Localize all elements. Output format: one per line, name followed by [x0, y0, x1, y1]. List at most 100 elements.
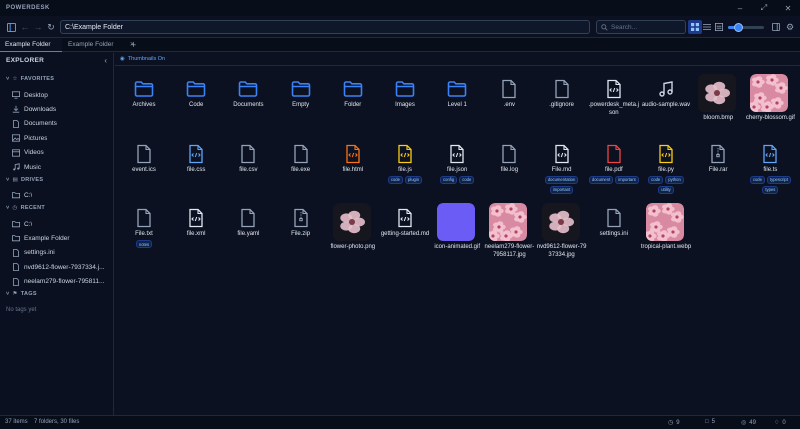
sidebar-item-favorite-0[interactable]: Desktop: [12, 91, 110, 99]
thumbnails-toggle[interactable]: ◉ Thumbnails On: [120, 56, 165, 62]
file-item[interactable]: .gitignore: [536, 77, 588, 137]
close-icon[interactable]: ✕: [776, 0, 800, 16]
tags-section-header[interactable]: ˅ ⚑ TAGS: [6, 291, 37, 297]
zoom-slider[interactable]: [728, 23, 764, 32]
file-item[interactable]: .powerdesk_meta.json: [588, 77, 640, 137]
file-item[interactable]: audio-sample.wav: [640, 77, 692, 137]
file-item[interactable]: cherry-blossom.gif: [744, 74, 796, 137]
file-icon: [602, 206, 626, 230]
file-item[interactable]: file.log: [483, 142, 535, 202]
file-item[interactable]: Empty: [275, 77, 327, 137]
file-item[interactable]: File.zip: [275, 206, 327, 266]
file-item[interactable]: bloom.bmp: [692, 74, 744, 137]
sidebar-item-recent-4[interactable]: neelam279-flower-795811...: [12, 277, 110, 286]
file-item[interactable]: file.csv: [222, 142, 274, 202]
file-item[interactable]: Level 1: [431, 77, 483, 137]
file-item[interactable]: file.yaml: [222, 206, 274, 266]
file-name: file.py: [658, 166, 674, 173]
file-item[interactable]: Archives: [118, 77, 170, 137]
sidebar-item-favorite-5[interactable]: Music: [12, 163, 110, 171]
details-view-icon[interactable]: [712, 20, 726, 34]
tag-badge[interactable]: python: [665, 175, 684, 184]
file-item[interactable]: file.pdf document important: [588, 142, 640, 202]
file-item[interactable]: flower-photo.png: [327, 203, 379, 266]
file-item[interactable]: settings.ini: [588, 206, 640, 266]
tag-badge[interactable]: code: [648, 175, 664, 184]
search-input[interactable]: Search...: [596, 20, 686, 34]
back-icon[interactable]: ←: [18, 20, 32, 34]
file-tags: code plugin: [379, 175, 431, 184]
tag-badge[interactable]: documentation: [544, 175, 579, 184]
sidebar-item-favorite-3[interactable]: Pictures: [12, 134, 110, 142]
tag-badge[interactable]: plugin: [404, 175, 423, 184]
tag-badge[interactable]: notes: [135, 240, 153, 248]
file-name: file.log: [500, 166, 519, 173]
file-item[interactable]: Documents: [222, 77, 274, 137]
file-item[interactable]: file.ts code typescript types: [744, 142, 796, 202]
file-item[interactable]: File.txt notes: [118, 206, 170, 266]
sidebar-item-favorite-1[interactable]: Downloads: [12, 105, 110, 113]
sidebar-item-recent-0[interactable]: C:\: [12, 220, 110, 228]
file-item[interactable]: file.json config code: [431, 142, 483, 202]
tag-badge[interactable]: config: [440, 175, 458, 184]
music-file-icon: [654, 77, 678, 101]
file-item[interactable]: tropical-plant.webp: [640, 203, 692, 266]
file-item[interactable]: Images: [379, 77, 431, 137]
tag-badge[interactable]: important: [615, 175, 639, 184]
image-thumbnail: [750, 74, 789, 112]
file-item[interactable]: file.css: [170, 142, 222, 202]
drives-section-header[interactable]: ˅ ▤ DRIVES: [6, 177, 43, 183]
maximize-icon[interactable]: ⤢: [752, 0, 776, 16]
sidebar-toggle-icon[interactable]: [4, 20, 18, 34]
file-item[interactable]: Code: [170, 77, 222, 137]
file-item[interactable]: nvd9612-flower-7937334.jpg: [536, 203, 588, 266]
file-item[interactable]: file.py code python utility: [640, 142, 692, 202]
recent-section-header[interactable]: ˅ ◷ RECENT: [6, 205, 45, 211]
forward-icon[interactable]: →: [31, 20, 45, 34]
tag-badge[interactable]: code: [387, 175, 403, 184]
refresh-icon[interactable]: ↻: [44, 20, 58, 34]
file-item[interactable]: file.exe: [275, 142, 327, 202]
minimize-icon[interactable]: –: [728, 0, 752, 16]
file-item[interactable]: File.md documentation important: [536, 142, 588, 202]
sidebar-item-recent-3[interactable]: nvd9612-flower-7937334.j...: [12, 263, 110, 272]
tab-example-folder-1[interactable]: Example Folder: [0, 38, 62, 52]
sidebar-item-favorite-2[interactable]: Documents: [12, 119, 110, 128]
file-name: file.css: [187, 166, 206, 173]
settings-gear-icon[interactable]: ⚙: [783, 20, 797, 34]
sidebar-item-drive-0[interactable]: C:\: [12, 191, 110, 199]
file-item[interactable]: event.ics: [118, 142, 170, 202]
file-item[interactable]: getting-started.md: [379, 206, 431, 266]
zoom-slider-thumb[interactable]: [734, 23, 744, 32]
file-item[interactable]: file.html: [327, 142, 379, 202]
sidebar-item-label: C:\: [24, 220, 33, 228]
path-input[interactable]: C:\Example Folder: [60, 20, 590, 34]
favorites-section-header[interactable]: ˅ ☆ FAVORITES: [6, 76, 54, 82]
tag-badge[interactable]: code: [749, 175, 765, 184]
tag-badge[interactable]: utility: [658, 185, 674, 194]
sidebar-item-label: C:\: [24, 191, 33, 199]
tag-badge[interactable]: document: [588, 175, 614, 184]
sidebar-collapse-icon[interactable]: ‹: [104, 56, 107, 65]
file-item[interactable]: file.js code plugin: [379, 142, 431, 202]
sidebar-item-recent-1[interactable]: Example Folder: [12, 234, 110, 242]
star-icon: ☆: [12, 76, 18, 82]
file-icon: [132, 206, 156, 230]
file-item[interactable]: file.xml: [170, 206, 222, 266]
new-tab-icon[interactable]: +: [128, 38, 142, 52]
tag-icon: ⚑: [12, 291, 18, 297]
file-name: audio-sample.wav: [641, 102, 691, 108]
file-item[interactable]: icon-animated.gif: [431, 203, 483, 266]
file-item[interactable]: File.rar: [692, 142, 744, 202]
tag-badge[interactable]: code: [459, 175, 475, 184]
file-icon: [602, 142, 626, 166]
sidebar-item-favorite-4[interactable]: Videos: [12, 148, 110, 157]
tag-badge[interactable]: typescript: [766, 175, 791, 184]
file-item[interactable]: .env: [483, 77, 535, 137]
preview-pane-icon[interactable]: [769, 20, 783, 34]
file-item[interactable]: Folder: [327, 77, 379, 137]
tag-badge[interactable]: types: [762, 185, 779, 194]
sidebar-item-recent-2[interactable]: settings.ini: [12, 248, 110, 257]
tag-badge[interactable]: important: [549, 185, 574, 194]
file-item[interactable]: neelam279-flower-7958117.jpg: [483, 203, 535, 266]
